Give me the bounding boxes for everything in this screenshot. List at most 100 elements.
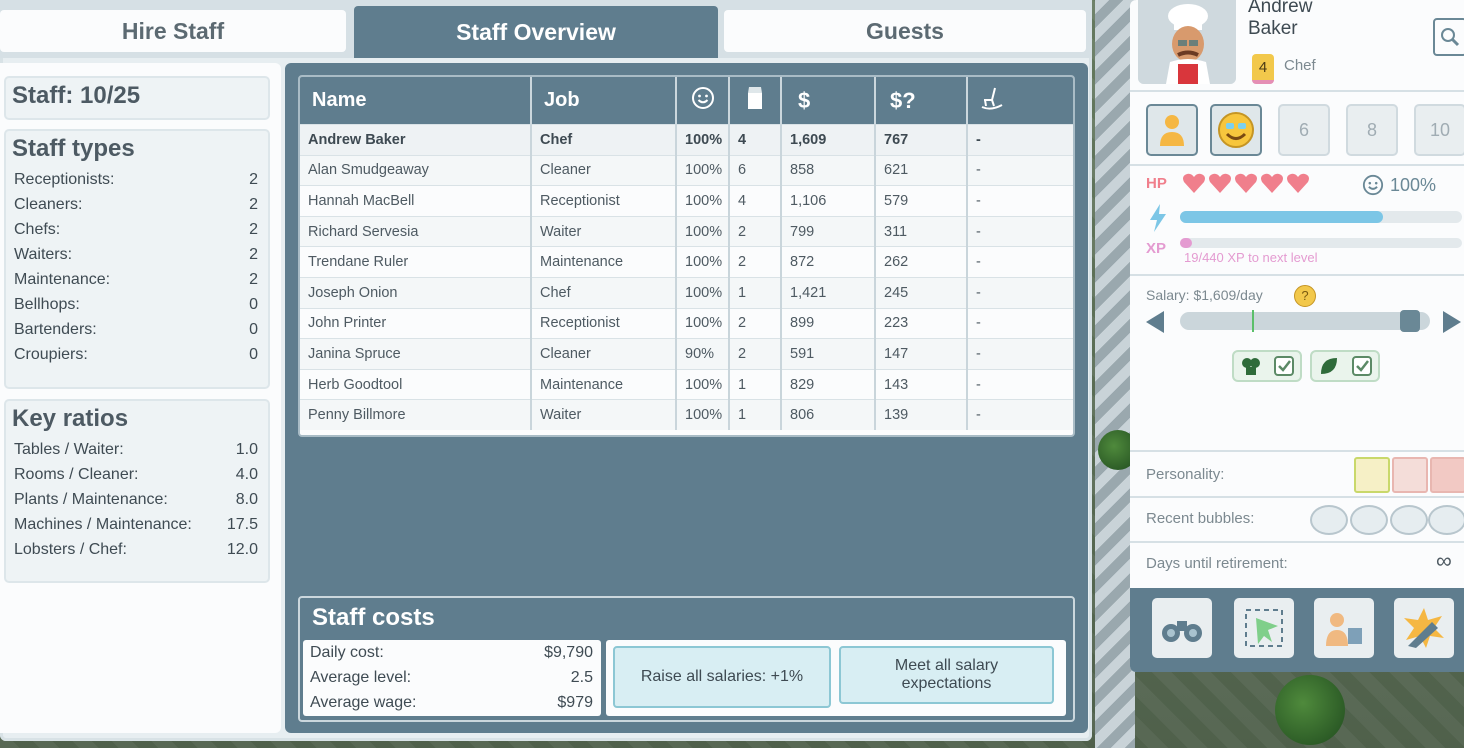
follow-button[interactable] (1152, 598, 1212, 658)
cell-salary: 1,609 (781, 124, 876, 156)
smiley-icon (1362, 174, 1384, 196)
staff-costs-summary: Daily cost: $9,790 Average level: 2.5 Aver… (303, 640, 601, 716)
daily-cost-label: Daily cost: (310, 643, 384, 661)
chef-hat-check[interactable] (1232, 350, 1302, 382)
table-row[interactable]: Joseph Onion Chef 100% 1 1,421 245- (300, 276, 1073, 309)
overview-panel: Name Job $ $? Andrew Baker Chef 100% 4 1… (285, 63, 1088, 733)
cell-happiness: 100% (676, 215, 730, 247)
staff-window: Hire Staff Staff Overview Guests Staff: … (0, 0, 1092, 741)
skill-slot-locked-6[interactable]: 6 (1278, 104, 1330, 156)
cell-level: 4 (729, 185, 782, 217)
table-row[interactable]: Alan Smudgeaway Cleaner 100% 6 858 621- (300, 154, 1073, 186)
key-ratio-value: 17.5 (226, 515, 258, 533)
cell-happiness: 100% (676, 307, 730, 339)
col-salary[interactable]: $ (781, 77, 876, 125)
col-happiness[interactable] (676, 77, 730, 125)
staff-type-value: 2 (249, 245, 258, 263)
assign-area-button[interactable] (1234, 598, 1294, 658)
staff-type-value: 2 (249, 270, 258, 288)
reassign-button[interactable] (1314, 598, 1374, 658)
table-row[interactable]: Janina Spruce Cleaner 90% 2 591 147- (300, 338, 1073, 370)
table-row[interactable]: John Printer Receptionist 100% 2 899 223- (300, 307, 1073, 339)
area-select-icon (1245, 609, 1283, 647)
meet-salary-expectations-button[interactable]: Meet all salary expectations (839, 646, 1054, 704)
average-level-label: Average level: (310, 668, 412, 686)
cell-job: Receptionist (531, 307, 677, 339)
table-row[interactable]: Penny Billmore Waiter 100% 1 806 139- (300, 399, 1073, 430)
col-retirement[interactable] (967, 77, 1073, 125)
expected-salary-marker (1252, 310, 1254, 332)
salary-slider[interactable] (1180, 310, 1430, 332)
key-ratio-row: Lobsters / Chef: 12.0 (6, 537, 268, 562)
cell-name: Richard Servesia (300, 215, 532, 247)
personality-trait-1[interactable] (1354, 457, 1390, 493)
bubble-icon[interactable] (1390, 505, 1428, 535)
cell-happiness: 100% (676, 154, 730, 186)
personality-trait-2[interactable] (1392, 457, 1428, 493)
staff-type-label: Bellhops: (14, 295, 80, 313)
lightning-icon (1150, 204, 1166, 232)
personality-trait-3[interactable] (1430, 457, 1464, 493)
cell-job: Waiter (531, 399, 677, 430)
inspect-button[interactable] (1433, 18, 1464, 56)
col-job[interactable]: Job (531, 77, 677, 125)
level-value: 4 (1258, 58, 1268, 76)
chef-avatar-icon (1138, 0, 1236, 84)
cell-name: Hannah MacBell (300, 185, 532, 217)
skill-slot-chef[interactable] (1146, 104, 1198, 156)
col-level[interactable] (729, 77, 782, 125)
col-name[interactable]: Name (300, 77, 532, 125)
cell-salary: 591 (781, 338, 876, 370)
cell-name: Penny Billmore (300, 399, 532, 430)
staff-type-label: Chefs: (14, 220, 61, 238)
cell-retirement: - (967, 185, 1073, 217)
average-wage-value: $979 (557, 693, 593, 711)
cell-job: Cleaner (531, 338, 677, 370)
average-wage-label: Average wage: (310, 693, 417, 711)
table-row[interactable]: Andrew Baker Chef 100% 4 1,609 767- (300, 124, 1073, 156)
skill-slot-locked-8[interactable]: 8 (1346, 104, 1398, 156)
cell-job: Chef (531, 124, 677, 156)
salary-increase-button[interactable] (1443, 311, 1461, 333)
staff-type-label: Croupiers: (14, 345, 88, 363)
rocking-chair-icon (981, 87, 1003, 110)
magnifier-icon (1441, 28, 1460, 47)
tab-hire-staff[interactable]: Hire Staff (0, 10, 346, 52)
table-row[interactable]: Herb Goodtool Maintenance 100% 1 829 143- (300, 368, 1073, 400)
cell-expected-salary: 139 (875, 399, 968, 430)
staff-type-row: Maintenance: 2 (6, 267, 268, 292)
staff-first-name: Andrew (1248, 0, 1313, 17)
cell-retirement: - (967, 124, 1073, 156)
bubble-icon[interactable] (1310, 505, 1348, 535)
skill-slot-happy[interactable] (1210, 104, 1262, 156)
key-ratios-card: Key ratios Tables / Waiter: 1.0 Rooms / Cl… (4, 399, 270, 583)
tab-guests[interactable]: Guests (724, 10, 1086, 52)
skill-slot-locked-10[interactable]: 10 (1414, 104, 1464, 156)
fire-button[interactable] (1394, 598, 1454, 658)
cell-job: Maintenance (531, 368, 677, 400)
table-row[interactable]: Hannah MacBell Receptionist 100% 4 1,106 579- (300, 185, 1073, 217)
staff-type-row: Waiters: 2 (6, 242, 268, 267)
salary-decrease-button[interactable] (1146, 311, 1164, 333)
salary-slider-handle[interactable] (1400, 310, 1420, 332)
col-expected-salary[interactable]: $? (875, 77, 968, 125)
tab-staff-overview[interactable]: Staff Overview (354, 6, 718, 58)
key-ratio-value: 1.0 (235, 440, 258, 458)
bubble-icon[interactable] (1428, 505, 1464, 535)
staff-last-name: Baker (1248, 18, 1298, 39)
key-ratio-label: Tables / Waiter: (14, 440, 124, 458)
key-ratio-value: 4.0 (235, 465, 258, 483)
staff-type-value: 0 (249, 345, 258, 363)
table-row[interactable]: Richard Servesia Waiter 100% 2 799 311- (300, 215, 1073, 247)
cell-job: Cleaner (531, 154, 677, 186)
cell-retirement: - (967, 276, 1073, 309)
average-level-value: 2.5 (570, 668, 593, 686)
cell-salary: 1,106 (781, 185, 876, 217)
binoculars-icon (1162, 621, 1202, 642)
table-row[interactable]: Trendane Ruler Maintenance 100% 2 872 262- (300, 246, 1073, 278)
bubble-icon[interactable] (1350, 505, 1388, 535)
personality-label: Personality: (1146, 466, 1225, 483)
raise-salaries-button[interactable]: Raise all salaries: +1% (613, 646, 831, 708)
tab-bar: Hire Staff Staff Overview Guests (0, 0, 1092, 58)
recipe-check[interactable] (1310, 350, 1380, 382)
